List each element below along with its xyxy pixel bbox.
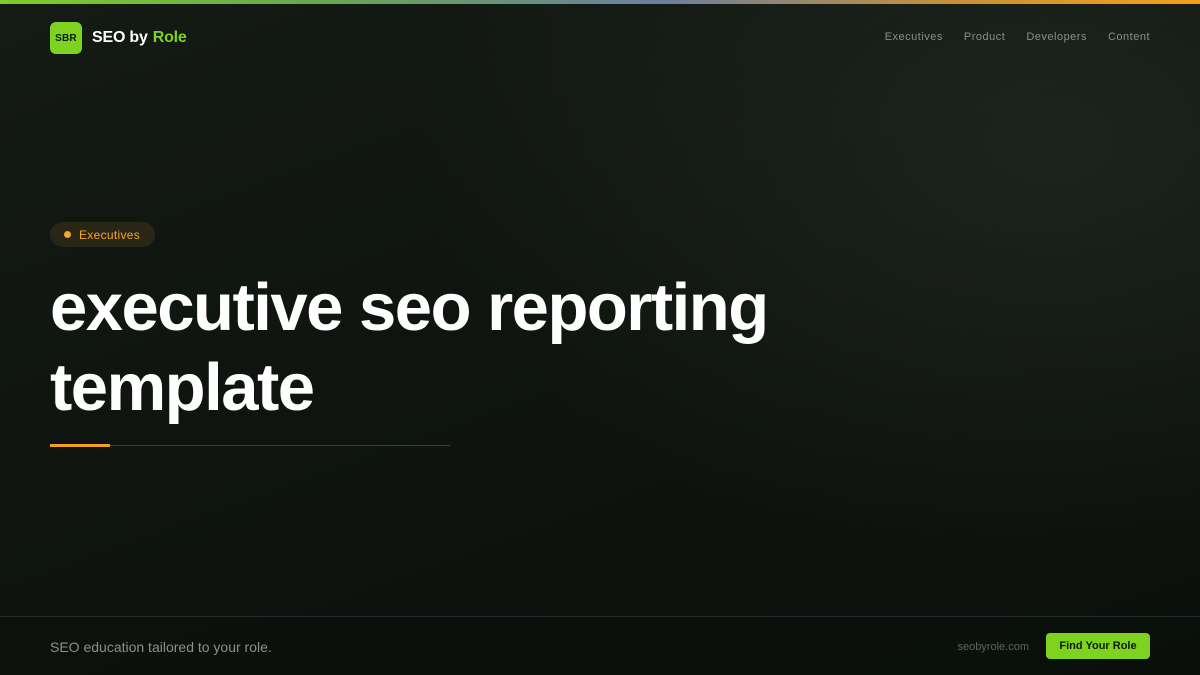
brand-name-main: SEO by <box>92 29 148 46</box>
find-your-role-button[interactable]: Find Your Role <box>1046 633 1150 659</box>
top-gradient-bar <box>0 0 1200 4</box>
page-title: executive seo reporting template <box>50 268 950 428</box>
brand-logo-link[interactable]: SBR SEO by Role <box>50 22 187 54</box>
nav-link-content[interactable]: Content <box>1108 31 1150 43</box>
page-title-line-2: template <box>50 350 315 425</box>
nav-link-executives[interactable]: Executives <box>885 31 943 43</box>
page: SBR SEO by Role Executives Product Develo… <box>0 0 1200 675</box>
site-url: seobyrole.com <box>957 641 1029 653</box>
top-nav: Executives Product Developers Content <box>885 31 1150 43</box>
category-badge: Executives <box>50 222 156 247</box>
logo-mark: SBR <box>50 22 82 54</box>
title-divider <box>50 445 450 446</box>
footer-tagline: SEO education tailored to your role. <box>50 639 272 655</box>
category-badge-label: Executives <box>79 227 141 242</box>
footer-bar: SEO education tailored to your role. seo… <box>0 616 1200 675</box>
dot-icon <box>64 231 71 238</box>
title-divider-accent <box>50 444 110 447</box>
nav-link-developers[interactable]: Developers <box>1026 31 1087 43</box>
brand-name-accent: Role <box>152 29 187 46</box>
nav-link-product[interactable]: Product <box>964 31 1005 43</box>
brand-name: SEO by Role <box>92 29 187 47</box>
page-title-line-1: executive seo reporting <box>50 270 769 345</box>
